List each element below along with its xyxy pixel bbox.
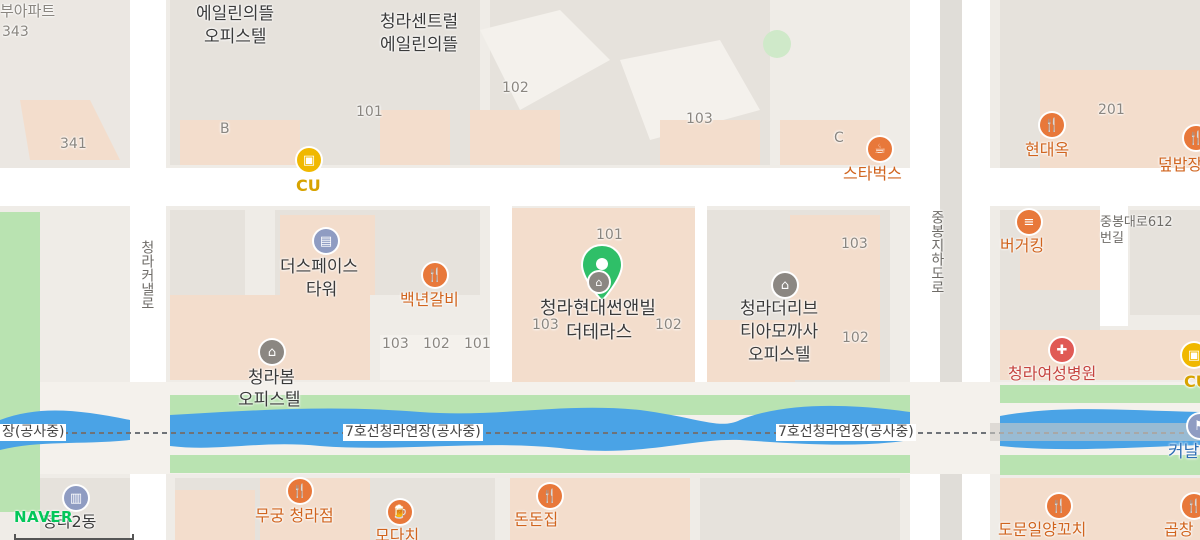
the-space-tower-label-line1[interactable]: 더스페이스 <box>280 257 358 277</box>
burger-king-label[interactable]: 버거킹 <box>1000 236 1044 255</box>
central-eilin-label-line1[interactable]: 청라센트럴 <box>380 12 458 32</box>
hyundaeok-label[interactable]: 현대옥 <box>1025 140 1069 159</box>
building-number-341: 341 <box>60 136 87 152</box>
cu-store-label[interactable]: CU <box>296 176 321 195</box>
rail-line-label-left: 장(공사중) <box>0 424 67 441</box>
deopbap-label-partial[interactable]: 덮밥장 <box>1158 155 1200 174</box>
restaurant-icon-gopchang[interactable]: 🍴 <box>1182 494 1200 518</box>
the-live-label-line1[interactable]: 청라더리브 <box>740 299 818 319</box>
bar-icon-moodachi[interactable]: 🍺 <box>388 500 412 524</box>
building-number-101-top: 101 <box>356 104 383 120</box>
convenience-store-icon-right[interactable]: ▣ <box>1182 343 1200 367</box>
restaurant-icon-galbi[interactable]: 🍴 <box>423 263 447 287</box>
building-number-101-small: 101 <box>464 336 491 352</box>
eilin-office-label-line2[interactable]: 오피스텔 <box>204 27 267 47</box>
central-eilin-label-line2[interactable]: 에일린의뜰 <box>380 35 458 55</box>
the-live-label-line3[interactable]: 오피스텔 <box>748 345 811 365</box>
kanal-label-partial[interactable]: 커날 <box>1168 442 1199 462</box>
selected-place-name-line2[interactable]: 더테라스 <box>566 322 632 344</box>
road-label-jungbongjiha-ro: 중봉지하도로 <box>928 210 945 294</box>
restaurant-icon-domun[interactable]: 🍴 <box>1047 494 1071 518</box>
dondonjip-label[interactable]: 돈돈집 <box>514 510 558 529</box>
road-label-cheongnakeo-ro: 청라커낼로 <box>138 240 155 310</box>
building-label-b: B <box>220 121 230 137</box>
selected-building-number-101: 101 <box>596 227 623 243</box>
residential-building-icon-thelive[interactable]: ⌂ <box>773 273 797 297</box>
starbucks-label[interactable]: 스타벅스 <box>843 164 902 183</box>
building-number-103-small: 103 <box>382 336 409 352</box>
cheongna-womens-hospital-label[interactable]: 청라여성병원 <box>1008 364 1096 383</box>
moodachi-label[interactable]: 모다치 <box>375 526 419 540</box>
residential-building-icon-cheongnabom[interactable]: ⌂ <box>260 340 284 364</box>
hospital-icon[interactable]: ✚ <box>1050 338 1074 362</box>
building-label-c: C <box>834 130 844 146</box>
residential-building-icon-selected: ⌂ <box>589 272 609 292</box>
baeknyeon-galbi-label[interactable]: 백년갈비 <box>400 290 459 309</box>
selected-place-name-line1[interactable]: 청라현대썬앤빌 <box>540 298 656 320</box>
restaurant-icon-dondon[interactable]: 🍴 <box>538 484 562 508</box>
rail-line-label-right: 7호선청라연장(공사중) <box>776 424 916 441</box>
the-live-label-line2[interactable]: 티아모까사 <box>740 322 818 342</box>
naver-logo: NAVER <box>14 508 74 526</box>
eilin-office-label-line1[interactable]: 에일린의뜰 <box>196 4 274 24</box>
selected-building-number-102: 102 <box>655 317 682 333</box>
gopchang-label-partial[interactable]: 곱창 <box>1164 520 1193 539</box>
domun-label[interactable]: 도문일양꼬치 <box>998 520 1086 539</box>
restaurant-icon-mugung[interactable]: 🍴 <box>288 479 312 503</box>
rail-line-label-center: 7호선청라연장(공사중) <box>343 424 483 441</box>
apartment-label-partial: 부아파트 <box>0 2 56 20</box>
cu-store-label-right[interactable]: CU <box>1184 372 1200 391</box>
cheongnabom-label-line1[interactable]: 청라봄 <box>248 368 295 388</box>
fastfood-icon[interactable]: ≡ <box>1017 210 1041 234</box>
the-space-tower-label-line2[interactable]: 타워 <box>306 280 337 300</box>
building-number-102-small: 102 <box>423 336 450 352</box>
restaurant-icon-hyundaeok[interactable]: 🍴 <box>1040 113 1064 137</box>
map-scale-bar <box>14 534 134 540</box>
office-building-icon[interactable]: ▤ <box>314 229 338 253</box>
mugung-label[interactable]: 무궁 청라점 <box>255 506 334 525</box>
building-number-103-top: 103 <box>686 111 713 127</box>
road-label-jungbongdaero-612: 중봉대로612번길 <box>1100 215 1173 246</box>
cheongnabom-label-line2[interactable]: 오피스텔 <box>238 390 301 410</box>
convenience-store-icon[interactable]: ▣ <box>297 148 321 172</box>
building-number-103-thelive: 103 <box>841 236 868 252</box>
map-canvas[interactable]: 부아파트 343 341 에일린의뜰 오피스텔 청라센트럴 에일린의뜰 101 … <box>0 0 1200 540</box>
community-center-icon[interactable]: ▥ <box>64 486 88 510</box>
cafe-icon[interactable]: ☕ <box>868 137 892 161</box>
building-number-102-thelive: 102 <box>842 330 869 346</box>
building-number-343: 343 <box>2 24 29 40</box>
building-number-102-top: 102 <box>502 80 529 96</box>
building-number-201: 201 <box>1098 102 1125 118</box>
